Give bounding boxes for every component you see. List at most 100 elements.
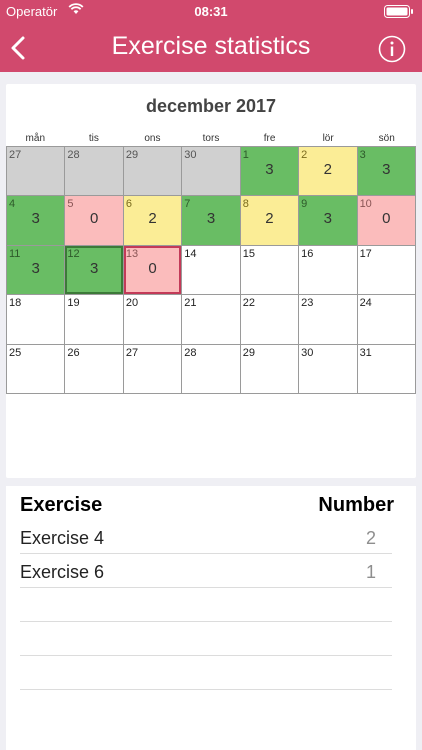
weekday-label: mån <box>25 133 45 144</box>
table-row[interactable]: Exercise 6 1 <box>20 554 392 588</box>
weekday-label: ons <box>144 133 161 144</box>
calendar-day-cell[interactable]: 19 <box>65 295 124 345</box>
calendar-day-cell[interactable]: 22 <box>299 147 358 197</box>
day-number: 30 <box>301 346 314 359</box>
day-number: 18 <box>9 297 22 310</box>
day-number: 27 <box>9 149 22 161</box>
exercise-count: 2 <box>148 210 157 228</box>
exercise-count: 3 <box>206 210 216 228</box>
exercise-count: 2 <box>265 210 274 228</box>
day-number: 11 <box>9 247 21 260</box>
calendar-day-cell[interactable]: 29 <box>240 344 300 394</box>
calendar-day-cell[interactable]: 27 <box>123 344 183 394</box>
table-row[interactable]: Exercise 4 2 <box>20 520 392 554</box>
exercise-count: 0 <box>89 210 99 228</box>
day-number: 17 <box>359 247 372 260</box>
back-chevron-icon[interactable] <box>8 35 30 61</box>
calendar-day-cell[interactable]: 15 <box>240 245 300 296</box>
calendar-day-cell[interactable]: 50 <box>65 196 124 246</box>
weekday-label: tors <box>202 133 220 144</box>
weekday-header: mån tis ons tors fre lör sön <box>6 133 416 147</box>
calendar-day-cell[interactable]: 10 0 <box>357 196 416 246</box>
calendar-day-cell[interactable]: 13 <box>240 147 300 197</box>
table-row[interactable] <box>20 588 392 622</box>
exercise-count: 3 <box>265 161 274 178</box>
calendar-day-cell[interactable]: 73 <box>182 196 241 246</box>
exercise-name: Exercise 6 <box>20 562 105 582</box>
calendar-day-cell[interactable]: 29 <box>123 147 183 197</box>
calendar-day-cell[interactable]: 43 <box>7 196 66 246</box>
day-number: 8 <box>242 198 249 211</box>
calendar-day-cell[interactable]: 11 3 <box>7 245 66 296</box>
calendar-day-cell[interactable]: 26 <box>65 344 124 394</box>
calendar-day-cell[interactable]: 28 <box>65 147 124 197</box>
calendar-day-cell[interactable]: 27 <box>7 147 66 197</box>
day-number: 31 <box>359 346 372 359</box>
app-header: Operatör 08:31 Exercise statistics <box>0 0 422 72</box>
calendar-day-cell[interactable]: 14 <box>182 245 241 296</box>
day-number: 2 <box>301 149 308 161</box>
clock: 08:31 <box>194 4 228 19</box>
exercise-count: 3 <box>89 259 99 277</box>
calendar-day-cell[interactable]: 31 <box>357 344 416 394</box>
calendar-day-cell[interactable]: 16 <box>299 245 358 296</box>
exercise-count: 3 <box>323 210 333 228</box>
info-icon[interactable] <box>378 35 406 63</box>
calendar-day-cell[interactable]: 30 <box>182 147 241 197</box>
day-number: 29 <box>125 149 139 161</box>
day-number: 15 <box>242 247 255 260</box>
exercise-table: Exercise Number Exercise 4 2 Exercise 6 1 <box>6 486 416 750</box>
day-number: 9 <box>301 198 308 211</box>
day-number: 1 <box>242 149 249 161</box>
calendar-day-cell[interactable]: 22 <box>240 295 300 345</box>
calendar-day-cell[interactable]: 30 <box>299 344 358 394</box>
calendar-grid: 27 28 29 30 1 3 2 2 3 3 4 3 5 0 6 2 7 3 8 2 9 3 10 0 11 3 12 3 13 0 14… <box>6 146 416 394</box>
day-number: 22 <box>242 297 255 310</box>
day-number: 21 <box>184 297 197 310</box>
day-number: 5 <box>67 198 74 211</box>
calendar-day-cell[interactable]: 13 0 <box>123 245 183 296</box>
calendar-day-cell[interactable]: 82 <box>240 196 300 246</box>
table-row[interactable] <box>20 656 392 690</box>
day-number: 6 <box>125 198 132 211</box>
weekday-label: lör <box>322 133 334 144</box>
calendar-month-title: december 2017 <box>145 96 277 116</box>
day-number: 4 <box>9 198 16 211</box>
exercise-count: 3 <box>382 161 391 178</box>
day-number: 20 <box>125 297 139 310</box>
calendar-day-cell[interactable]: 28 <box>182 344 241 394</box>
table-row[interactable] <box>20 622 392 656</box>
page-title: Exercise statistics <box>111 32 311 60</box>
day-number: 30 <box>184 149 197 161</box>
calendar-day-cell[interactable]: 93 <box>299 196 358 246</box>
calendar-day-cell[interactable]: 23 <box>299 295 358 345</box>
calendar-day-cell[interactable]: 25 <box>7 344 66 394</box>
day-number: 14 <box>184 247 197 260</box>
calendar-card: december 2017 mån tis ons tors fre lör sön 27 2… <box>6 84 416 478</box>
calendar-day-cell[interactable]: 17 <box>357 245 416 296</box>
calendar-day-cell[interactable]: 18 <box>7 295 66 345</box>
exercise-count: 0 <box>382 210 391 228</box>
day-number: 28 <box>184 346 197 359</box>
calendar-day-cell[interactable]: 21 <box>182 295 241 345</box>
column-header-exercise: Exercise <box>20 494 103 516</box>
weekday-label: fre <box>263 133 276 144</box>
weekday-label: tis <box>88 133 99 144</box>
day-number: 26 <box>67 346 80 359</box>
day-number: 13 <box>125 247 139 260</box>
calendar-day-cell[interactable]: 62 <box>123 196 183 246</box>
calendar-day-cell[interactable]: 20 <box>123 295 183 345</box>
day-number: 3 <box>359 149 366 161</box>
calendar-day-cell[interactable]: 12 3 <box>65 245 124 296</box>
exercise-number: 1 <box>365 562 376 582</box>
day-number: 7 <box>184 198 191 211</box>
status-bar: Operatör 08:31 <box>0 0 422 22</box>
calendar-day-cell[interactable]: 33 <box>357 147 416 197</box>
exercise-count: 3 <box>31 210 40 228</box>
exercise-name: Exercise 4 <box>20 528 105 548</box>
exercise-count: 0 <box>148 259 157 277</box>
day-number: 27 <box>125 346 139 359</box>
day-number: 25 <box>9 346 22 359</box>
exercise-number: 2 <box>365 528 376 548</box>
calendar-day-cell[interactable]: 24 <box>357 295 416 345</box>
